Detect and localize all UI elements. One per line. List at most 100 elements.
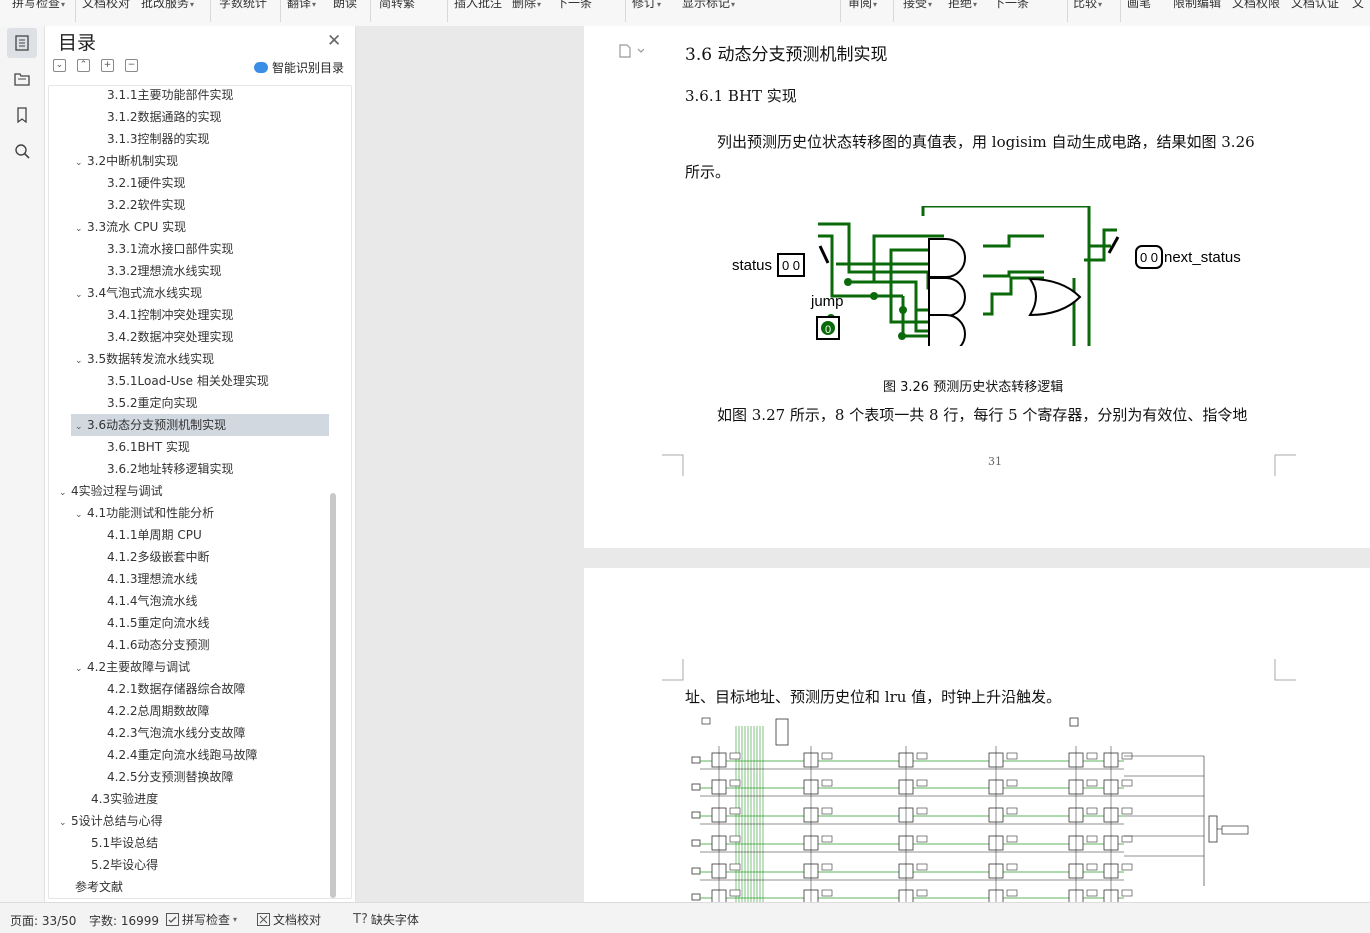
- toolbar-item[interactable]: 拼写检查▾: [12, 0, 65, 11]
- toc-item-label: 4.2.1数据存储器综合故障: [107, 682, 246, 696]
- toolbar-item[interactable]: 翻译▾: [287, 0, 316, 11]
- toc-item[interactable]: ⌄ 4实验过程与调试: [49, 480, 329, 502]
- toc-item[interactable]: 3.4.1控制冲突处理实现: [49, 304, 329, 326]
- toolbar-item[interactable]: 修订▾: [632, 0, 661, 11]
- toc-item[interactable]: 5.2毕设心得: [49, 854, 329, 876]
- toc-item[interactable]: 3.2.1硬件实现: [49, 172, 329, 194]
- toolbar-separator: [370, 0, 371, 22]
- toc-item[interactable]: ⌄ 4.2主要故障与调试: [49, 656, 329, 678]
- toc-item[interactable]: 5.1毕设总结: [49, 832, 329, 854]
- jump-pin-value: 0: [825, 324, 831, 336]
- page-count[interactable]: 页面: 33/50: [10, 912, 76, 929]
- toc-item[interactable]: 3.6.1BHT 实现: [49, 436, 329, 458]
- toolbar-item[interactable]: 下一条: [993, 0, 1029, 11]
- toc-item[interactable]: ⌄ 3.4气泡式流水线实现: [49, 282, 329, 304]
- register-label-box: [1121, 807, 1133, 815]
- toc-title: 目录: [58, 32, 97, 54]
- toc-item[interactable]: 4.2.3气泡流水线分支故障: [49, 722, 329, 744]
- missing-fonts-status[interactable]: T? 缺失字体: [353, 911, 419, 928]
- crop-mark: [662, 454, 684, 476]
- close-icon[interactable]: ✕: [327, 31, 341, 51]
- toolbar-item[interactable]: 下一条: [556, 0, 592, 11]
- toolbar-item[interactable]: 审阅▾: [848, 0, 877, 11]
- bookmark-icon[interactable]: [7, 100, 37, 130]
- toolbar-item[interactable]: 拒绝▾: [948, 0, 977, 11]
- toc-item[interactable]: 3.3.1流水接口部件实现: [49, 238, 329, 260]
- toolbar-item[interactable]: 文档权限: [1232, 0, 1280, 11]
- toolbar-item[interactable]: 简转繁: [379, 0, 415, 11]
- toolbar-item[interactable]: 比较▾: [1073, 0, 1102, 11]
- toc-item[interactable]: 4.2.5分支预测替换故障: [49, 766, 329, 788]
- toolbar-item[interactable]: 字数统计: [219, 0, 267, 11]
- chevron-down-icon[interactable]: ⌄: [75, 284, 87, 306]
- chevron-down-icon[interactable]: ⌄: [59, 482, 71, 504]
- smart-toc-button[interactable]: 智能识别目录: [254, 59, 344, 76]
- toc-item[interactable]: 4.2.2总周期数故障: [49, 700, 329, 722]
- toc-item[interactable]: 3.1.3控制器的实现: [49, 128, 329, 150]
- remove-heading-icon[interactable]: −: [125, 59, 138, 72]
- toolbar-item[interactable]: 显示标记▾: [682, 0, 735, 11]
- toc-item[interactable]: 3.5.2重定向实现: [49, 392, 329, 414]
- toc-item[interactable]: 4.1.5重定向流水线: [49, 612, 329, 634]
- toolbar-item[interactable]: 文档认证: [1291, 0, 1339, 11]
- document-canvas[interactable]: 3.6 动态分支预测机制实现 3.6.1 BHT 实现 列出预测历史位状态转移图…: [356, 26, 1370, 902]
- toc-item[interactable]: ⌄ 3.6动态分支预测机制实现: [71, 414, 329, 436]
- toc-item[interactable]: 4.1.2多级嵌套中断: [49, 546, 329, 568]
- add-heading-icon[interactable]: +: [101, 59, 114, 72]
- toc-item[interactable]: ⌄ 3.3流水 CPU 实现: [49, 216, 329, 238]
- toc-item[interactable]: ⌄ 4.1功能测试和性能分析: [49, 502, 329, 524]
- toolbar-item[interactable]: 限制编辑: [1173, 0, 1221, 11]
- toc-item[interactable]: 3.2.2软件实现: [49, 194, 329, 216]
- page-options-icon[interactable]: [618, 44, 645, 61]
- chapter-nav-icon[interactable]: [7, 64, 37, 94]
- toolbar-item[interactable]: 文档校对: [82, 0, 130, 11]
- proofread-status[interactable]: 文档校对: [257, 911, 321, 928]
- toc-item[interactable]: ⌄ 3.2中断机制实现: [49, 150, 329, 172]
- toc-item[interactable]: 4.2.1数据存储器综合故障: [49, 678, 329, 700]
- search-icon[interactable]: [7, 136, 37, 166]
- toc-item[interactable]: ⌄ 3.5数据转发流水线实现: [49, 348, 329, 370]
- toc-item[interactable]: 参考文献: [49, 876, 329, 898]
- toc-item[interactable]: 4.1.1单周期 CPU: [49, 524, 329, 546]
- toc-item[interactable]: 3.1.2数据通路的实现: [49, 106, 329, 128]
- chevron-down-icon[interactable]: ⌄: [59, 812, 71, 834]
- toc-item[interactable]: 3.3.2理想流水线实现: [49, 260, 329, 282]
- spell-check-status[interactable]: 拼写检查 ▾: [166, 911, 237, 928]
- toolbar-item[interactable]: 朗读: [333, 0, 357, 11]
- toolbar-item[interactable]: 画笔: [1127, 0, 1151, 11]
- collapse-all-icon[interactable]: ⌄: [53, 59, 66, 72]
- toc-item[interactable]: 3.5.1Load-Use 相关处理实现: [49, 370, 329, 392]
- toc-item[interactable]: 3.4.2数据冲突处理实现: [49, 326, 329, 348]
- register-label-box: [821, 752, 833, 760]
- output-pin-label: next_status: [1164, 249, 1241, 266]
- chevron-down-icon[interactable]: ⌄: [75, 416, 87, 438]
- toolbar-separator: [447, 0, 448, 22]
- toc-scrollbar[interactable]: [330, 493, 336, 898]
- toc-item[interactable]: 4.1.6动态分支预测: [49, 634, 329, 656]
- toc-item[interactable]: 4.2.4重定向流水线跑马故障: [49, 744, 329, 766]
- register-label-box: [821, 835, 833, 843]
- register-label-box: [729, 807, 741, 815]
- toolbar-item[interactable]: 批改服务▾: [141, 0, 194, 11]
- bht-circuit-diagram: 0 0 status jump 0 0 0 next_status: [732, 206, 1241, 346]
- chevron-down-icon[interactable]: ⌄: [75, 152, 87, 174]
- clock-pin: [1069, 717, 1079, 727]
- expand-up-icon[interactable]: ⌃: [77, 59, 90, 72]
- toc-item[interactable]: 3.1.1主要功能部件实现: [49, 86, 329, 106]
- chevron-down-icon[interactable]: ⌄: [75, 350, 87, 372]
- toolbar-item[interactable]: 文: [1352, 0, 1364, 11]
- toolbar-item[interactable]: 插入批注: [454, 0, 502, 11]
- toolbar-item[interactable]: 删除▾: [512, 0, 541, 11]
- chevron-down-icon[interactable]: ⌄: [75, 504, 87, 526]
- chevron-down-icon[interactable]: ⌄: [75, 218, 87, 240]
- word-count[interactable]: 字数: 16999: [89, 912, 159, 929]
- toc-item[interactable]: 4.3实验进度: [49, 788, 329, 810]
- toc-item[interactable]: 4.1.4气泡流水线: [49, 590, 329, 612]
- chevron-down-icon[interactable]: ⌄: [75, 658, 87, 680]
- toc-item[interactable]: 3.6.2地址转移逻辑实现: [49, 458, 329, 480]
- toc-panel-icon[interactable]: [7, 28, 37, 58]
- toolbar-item[interactable]: 接受▾: [903, 0, 932, 11]
- document-page: 址、目标地址、预测历史位和 lru 值，时钟上升沿触发。: [584, 568, 1370, 902]
- toc-item[interactable]: 4.1.3理想流水线: [49, 568, 329, 590]
- toc-item[interactable]: ⌄ 5设计总结与心得: [49, 810, 329, 832]
